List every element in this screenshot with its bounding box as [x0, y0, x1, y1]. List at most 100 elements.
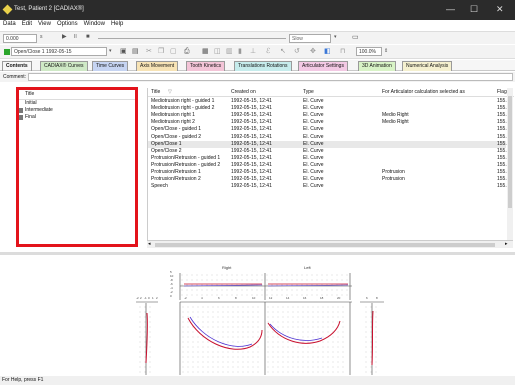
window-icon[interactable]: ◧ — [324, 47, 331, 56]
pause-icon[interactable]: II — [74, 33, 77, 42]
grid-dot — [232, 306, 234, 308]
grid-dot — [187, 326, 189, 328]
speed-dropdown-icon[interactable]: ▾ — [334, 33, 337, 42]
list-item-final[interactable]: Final — [19, 114, 135, 121]
table-row[interactable]: Protrusion/Retrusion - guided 2 1992-05-1… — [148, 162, 510, 169]
grid-dot — [252, 321, 254, 323]
grid-dot — [182, 316, 184, 318]
column-title[interactable]: Title — [151, 89, 160, 96]
column-flag[interactable]: Flag — [497, 89, 507, 96]
grid-dot — [196, 289, 198, 291]
grid-dot — [307, 311, 309, 313]
grid-dot — [232, 366, 234, 368]
list-item-intermediate[interactable]: Intermediate — [19, 107, 135, 114]
minimize-button[interactable]: — — [446, 5, 455, 14]
column-created-on[interactable]: Created on — [231, 89, 256, 96]
stop-icon[interactable]: ■ — [86, 33, 90, 42]
grid-dot — [202, 321, 204, 323]
play-icon[interactable]: ▶ — [62, 33, 67, 42]
table-row[interactable]: Mediotrusion right - guided 1 1992-05-15,… — [148, 98, 510, 105]
tab-numerical-analysis[interactable]: Numerical Analysis — [402, 61, 453, 71]
tab-cadiax-curves[interactable]: CADIAX® Curves — [40, 61, 88, 71]
menu-view[interactable]: View — [35, 20, 54, 27]
measure-icon[interactable]: ⊓ — [340, 47, 345, 56]
table-row[interactable]: Mediotrusion right 1 1992-05-15, 12:41 El.… — [148, 112, 510, 119]
row-type: El. Curve — [303, 105, 324, 112]
chart-icon[interactable]: ▥ — [226, 47, 233, 56]
row-created-on: 1992-05-15, 12:41 — [231, 169, 272, 175]
row-created-on: 1992-05-15, 12:41 — [231, 183, 272, 190]
menu-help[interactable]: Help — [108, 20, 126, 27]
table-row[interactable]: Speech 1992-05-15, 12:41 El. Curve 155.0 — [148, 183, 510, 190]
table-row[interactable]: Mediotrusion right - guided 2 1992-05-15,… — [148, 105, 510, 112]
menu-window[interactable]: Window — [81, 20, 108, 27]
tab-axis-movement[interactable]: Axis Movement — [136, 61, 179, 71]
bar-chart-icon[interactable]: ▮ — [238, 47, 242, 56]
time-slider[interactable] — [98, 38, 286, 39]
paste-icon[interactable]: ▢ — [170, 47, 177, 56]
tab-tooth-kinetics[interactable]: Tooth Kinetics — [186, 61, 226, 71]
title-column-header[interactable]: Title — [19, 90, 135, 100]
list-item-initial[interactable]: Initial — [19, 100, 135, 107]
document-icon[interactable]: ▤ — [132, 47, 139, 56]
menu-options[interactable]: Options — [54, 20, 81, 27]
title-list-panel: Title Initial Intermediate Final — [16, 87, 138, 247]
curve-icon[interactable]: ℰ — [266, 47, 270, 56]
speed-select[interactable]: Slow — [289, 34, 331, 43]
scroll-thumb[interactable] — [508, 96, 512, 208]
record-select[interactable]: Open/Close 1 1992-05-15 — [11, 47, 107, 56]
grid-dot — [149, 321, 151, 323]
time-field[interactable]: 0.000 — [3, 34, 37, 43]
tick-label: 12 — [269, 296, 273, 300]
record-dropdown-icon[interactable]: ▾ — [109, 47, 112, 56]
column-articulator[interactable]: For Articulator calculation selected as — [382, 89, 465, 96]
table-vertical-scrollbar[interactable] — [507, 88, 513, 240]
zoom-stepper-icon[interactable]: ⇕ — [384, 47, 388, 56]
tab-3d-animation[interactable]: 3D Animation — [358, 61, 396, 71]
close-button[interactable]: ✕ — [496, 5, 504, 14]
grid-dot — [292, 311, 294, 313]
table-row[interactable]: Protrusion/Retrusion 2 1992-05-15, 12:41 E… — [148, 176, 510, 183]
scroll-left-icon[interactable]: ◂ — [148, 241, 151, 247]
table-row[interactable]: Open/Close 1 1992-05-15, 12:41 El. Curve 15… — [148, 140, 510, 148]
axis-icon[interactable]: ↖ — [280, 47, 286, 56]
tab-time-curves[interactable]: Time Curves — [92, 61, 129, 71]
save-icon[interactable]: ▣ — [120, 47, 127, 56]
grid-dot — [297, 306, 299, 308]
tab-translations-rotations[interactable]: Translations Rotations — [234, 61, 292, 71]
table-row[interactable]: Protrusion/Retrusion 1 1992-05-15, 12:41 E… — [148, 169, 510, 176]
grid-dot — [287, 351, 289, 353]
repeat-icon[interactable]: ▭ — [352, 33, 359, 42]
table-row[interactable]: Open/Close - guided 1 1992-05-15, 12:41 El… — [148, 126, 510, 133]
menu-edit[interactable]: Edit — [19, 20, 35, 27]
column-type[interactable]: Type — [303, 89, 314, 96]
grid-dot — [322, 336, 324, 338]
zoom-field[interactable]: 100.0% — [356, 47, 382, 56]
menu-data[interactable]: Data — [0, 20, 19, 27]
grid-dot — [202, 306, 204, 308]
scroll-thumb[interactable] — [155, 243, 495, 247]
maximize-button[interactable]: ☐ — [470, 5, 478, 14]
table-icon[interactable]: ▦ — [202, 47, 209, 56]
record-icon[interactable]: ◫ — [214, 47, 221, 56]
rotate-icon[interactable]: ↺ — [294, 47, 300, 56]
copy-icon[interactable]: ❐ — [158, 47, 164, 56]
comment-input[interactable] — [28, 73, 513, 81]
table-row[interactable]: Protrusion/Retrusion - guided 1 1992-05-1… — [148, 155, 510, 162]
scroll-right-icon[interactable]: ▸ — [505, 241, 508, 247]
graph-icon[interactable]: ⊥ — [250, 47, 256, 56]
grid-dot — [277, 306, 279, 308]
cut-icon[interactable]: ✂ — [146, 47, 152, 56]
tab-articulator-settings[interactable]: Articulator Settings — [298, 61, 348, 71]
table-row[interactable]: Mediotrusion right 2 1992-05-15, 12:41 El.… — [148, 119, 510, 126]
table-row[interactable]: Open/Close - guided 2 1992-05-15, 12:41 El… — [148, 134, 510, 141]
grid-dot — [331, 289, 333, 291]
tab-contents[interactable]: Contents — [2, 61, 32, 71]
grid-dot — [332, 366, 334, 368]
row-title: Mediotrusion right - guided 1 — [151, 98, 215, 104]
grid-dot — [212, 326, 214, 328]
print-icon[interactable]: ⎙ — [184, 47, 190, 56]
settings-icon[interactable]: ✥ — [310, 47, 316, 56]
table-row[interactable]: Open/Close 2 1992-05-15, 12:41 El. Curve 15… — [148, 148, 510, 155]
table-horizontal-scrollbar[interactable]: ◂ ▸ — [147, 240, 513, 248]
